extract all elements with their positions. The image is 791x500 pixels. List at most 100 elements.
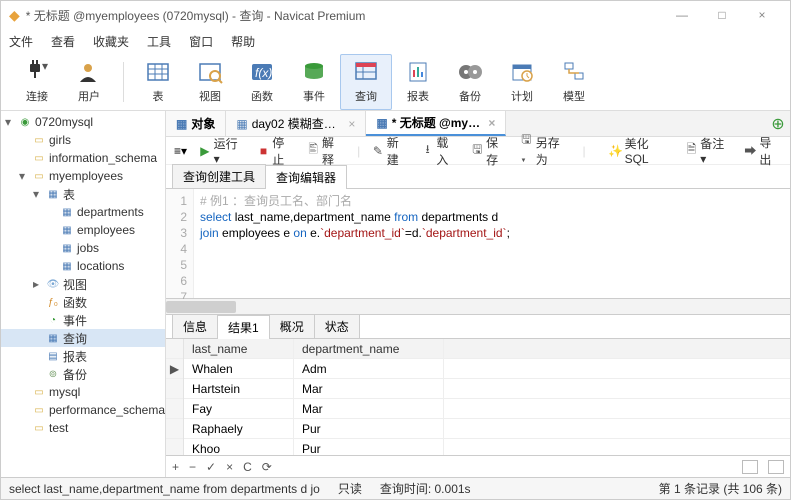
tree-test[interactable]: ▭test (1, 419, 165, 437)
tree-myemployees[interactable]: ▾▭myemployees (1, 167, 165, 185)
tree-mysql[interactable]: ▭mysql (1, 383, 165, 401)
tree-girls[interactable]: ▭girls (1, 131, 165, 149)
close-button[interactable]: × (742, 1, 782, 29)
toolbar-user[interactable]: 用户 (63, 54, 115, 110)
gridnav-×[interactable]: × (226, 460, 233, 474)
gridnav-⟳[interactable]: ⟳ (262, 460, 272, 474)
tree-查询[interactable]: ▦查询 (1, 329, 165, 347)
qbtn-美化 SQL[interactable]: ✨美化 SQL (610, 135, 674, 166)
cell[interactable]: Hartstein (184, 379, 294, 398)
toolbar-event[interactable]: 事件 (288, 54, 340, 110)
row-selector[interactable] (166, 419, 183, 439)
toolbar-fx[interactable]: f(x)函数 (236, 54, 288, 110)
menu-4[interactable]: 窗口 (189, 33, 213, 50)
expand-arrow[interactable]: ▾ (19, 169, 29, 183)
qbtn-新建[interactable]: ✎新建 (372, 134, 410, 168)
col-last_name[interactable]: last_name (184, 339, 294, 358)
sql-editor[interactable]: 1234567 # 例1 ：查询员工名、部门名 select last_name… (166, 189, 790, 299)
doc-tab-2[interactable]: ▦* 无标题 @myemployees (07...× (366, 111, 506, 136)
grid-body[interactable]: last_namedepartment_nameWhalenAdmHartste… (184, 339, 790, 455)
result-tab-2[interactable]: 概况 (269, 314, 315, 338)
toolbar-schedule[interactable]: 计划 (496, 54, 548, 110)
qbtn-另存为[interactable]: 🖫▾另存为 (521, 134, 570, 168)
tree-information_schema[interactable]: ▭information_schema (1, 149, 165, 167)
maximize-button[interactable]: □ (702, 1, 742, 29)
expand-arrow[interactable]: ▾ (5, 115, 15, 129)
code-area[interactable]: # 例1 ：查询员工名、部门名 select last_name,departm… (194, 189, 790, 298)
result-tab-3[interactable]: 状态 (314, 314, 360, 338)
tree-表[interactable]: ▾▦表 (1, 185, 165, 203)
doc-tab-1[interactable]: ▦day02 模糊查询 @myemployees...× (226, 111, 366, 136)
tree-函数[interactable]: ƒ₀函数 (1, 293, 165, 311)
qbtn-导出[interactable]: ⮕导出 (744, 134, 782, 168)
tab-close-icon[interactable]: × (488, 116, 495, 130)
qbtn-保存[interactable]: 🖫保存 (472, 134, 510, 168)
col-department_name[interactable]: department_name (294, 339, 444, 358)
menu-5[interactable]: 帮助 (231, 33, 255, 50)
cell[interactable]: Fay (184, 399, 294, 418)
toolbar-table[interactable]: 表 (132, 54, 184, 110)
cell[interactable]: Raphaely (184, 419, 294, 438)
menu-0[interactable]: 文件 (9, 33, 33, 50)
tree-jobs[interactable]: ▦jobs (1, 239, 165, 257)
expand-arrow[interactable]: ▸ (33, 277, 43, 291)
expand-arrow[interactable]: ▾ (33, 187, 43, 201)
qtoolbar-menu[interactable]: ≡▾ (174, 144, 187, 158)
qbtn-停止[interactable]: ■停止 (258, 134, 296, 168)
editor-hscrollbar[interactable] (166, 299, 790, 315)
result-tab-1[interactable]: 结果1 (217, 315, 270, 339)
table-row[interactable]: HartsteinMar (184, 379, 790, 399)
subtab-0[interactable]: 查询创建工具 (172, 164, 266, 188)
object-tree[interactable]: ▾◉0720mysql▭girls▭information_schema▾▭my… (1, 111, 166, 477)
cell[interactable]: Adm (294, 359, 444, 378)
gridnav-+[interactable]: + (172, 460, 179, 474)
cell[interactable]: Whalen (184, 359, 294, 378)
tab-close-icon[interactable]: × (348, 117, 355, 131)
tree-departments[interactable]: ▦departments (1, 203, 165, 221)
table-row[interactable]: FayMar (184, 399, 790, 419)
toolbar-view[interactable]: 视图 (184, 54, 236, 110)
minimize-button[interactable]: — (662, 1, 702, 29)
gridnav-−[interactable]: − (189, 460, 196, 474)
menu-2[interactable]: 收藏夹 (93, 33, 129, 50)
table-row[interactable]: RaphaelyPur (184, 419, 790, 439)
gridnav-C[interactable]: C (243, 460, 252, 474)
toolbar-model[interactable]: 模型 (548, 54, 600, 110)
qbtn-备注 ▾[interactable]: 🗎备注 ▾ (686, 135, 733, 166)
tree-备份[interactable]: ⊚备份 (1, 365, 165, 383)
tree-locations[interactable]: ▦locations (1, 257, 165, 275)
cell[interactable]: Mar (294, 379, 444, 398)
qbtn-载入[interactable]: ⭳载入 (422, 134, 460, 168)
result-tab-0[interactable]: 信息 (172, 314, 218, 338)
subtab-1[interactable]: 查询编辑器 (265, 165, 347, 189)
row-selector[interactable] (166, 399, 183, 419)
cell[interactable]: Mar (294, 399, 444, 418)
cell[interactable]: Pur (294, 439, 444, 455)
row-selector[interactable]: ▶ (166, 359, 183, 379)
qbtn-运行 ▾[interactable]: ▶运行 ▾ (199, 135, 246, 166)
tree-employees[interactable]: ▦employees (1, 221, 165, 239)
toolbar-query[interactable]: 查询 (340, 54, 392, 110)
new-tab-button[interactable]: ⊕ (766, 111, 790, 136)
gridnav-✓[interactable]: ✓ (206, 460, 216, 474)
cell[interactable]: Pur (294, 419, 444, 438)
tree-视图[interactable]: ▸👁视图 (1, 275, 165, 293)
toolbar-report[interactable]: 报表 (392, 54, 444, 110)
row-selector[interactable] (166, 439, 183, 455)
toolbar-plug[interactable]: ▾连接 (11, 54, 63, 110)
toolbar-backup[interactable]: 备份 (444, 54, 496, 110)
menu-1[interactable]: 查看 (51, 33, 75, 50)
doc-tab-0[interactable]: ▦对象 (166, 111, 226, 136)
qbtn-解释[interactable]: 🖺解释 (307, 134, 345, 168)
tree-0720mysql[interactable]: ▾◉0720mysql (1, 113, 165, 131)
table-row[interactable]: KhooPur (184, 439, 790, 455)
tree-报表[interactable]: ▤报表 (1, 347, 165, 365)
cell[interactable]: Khoo (184, 439, 294, 455)
menu-3[interactable]: 工具 (147, 33, 171, 50)
result-grid[interactable]: ▶ last_namedepartment_nameWhalenAdmHarts… (166, 339, 790, 455)
tree-performance_schema[interactable]: ▭performance_schema (1, 401, 165, 419)
form-view-btn[interactable] (768, 460, 784, 474)
grid-view-btn[interactable] (742, 460, 758, 474)
tree-事件[interactable]: ◔事件 (1, 311, 165, 329)
table-row[interactable]: WhalenAdm (184, 359, 790, 379)
